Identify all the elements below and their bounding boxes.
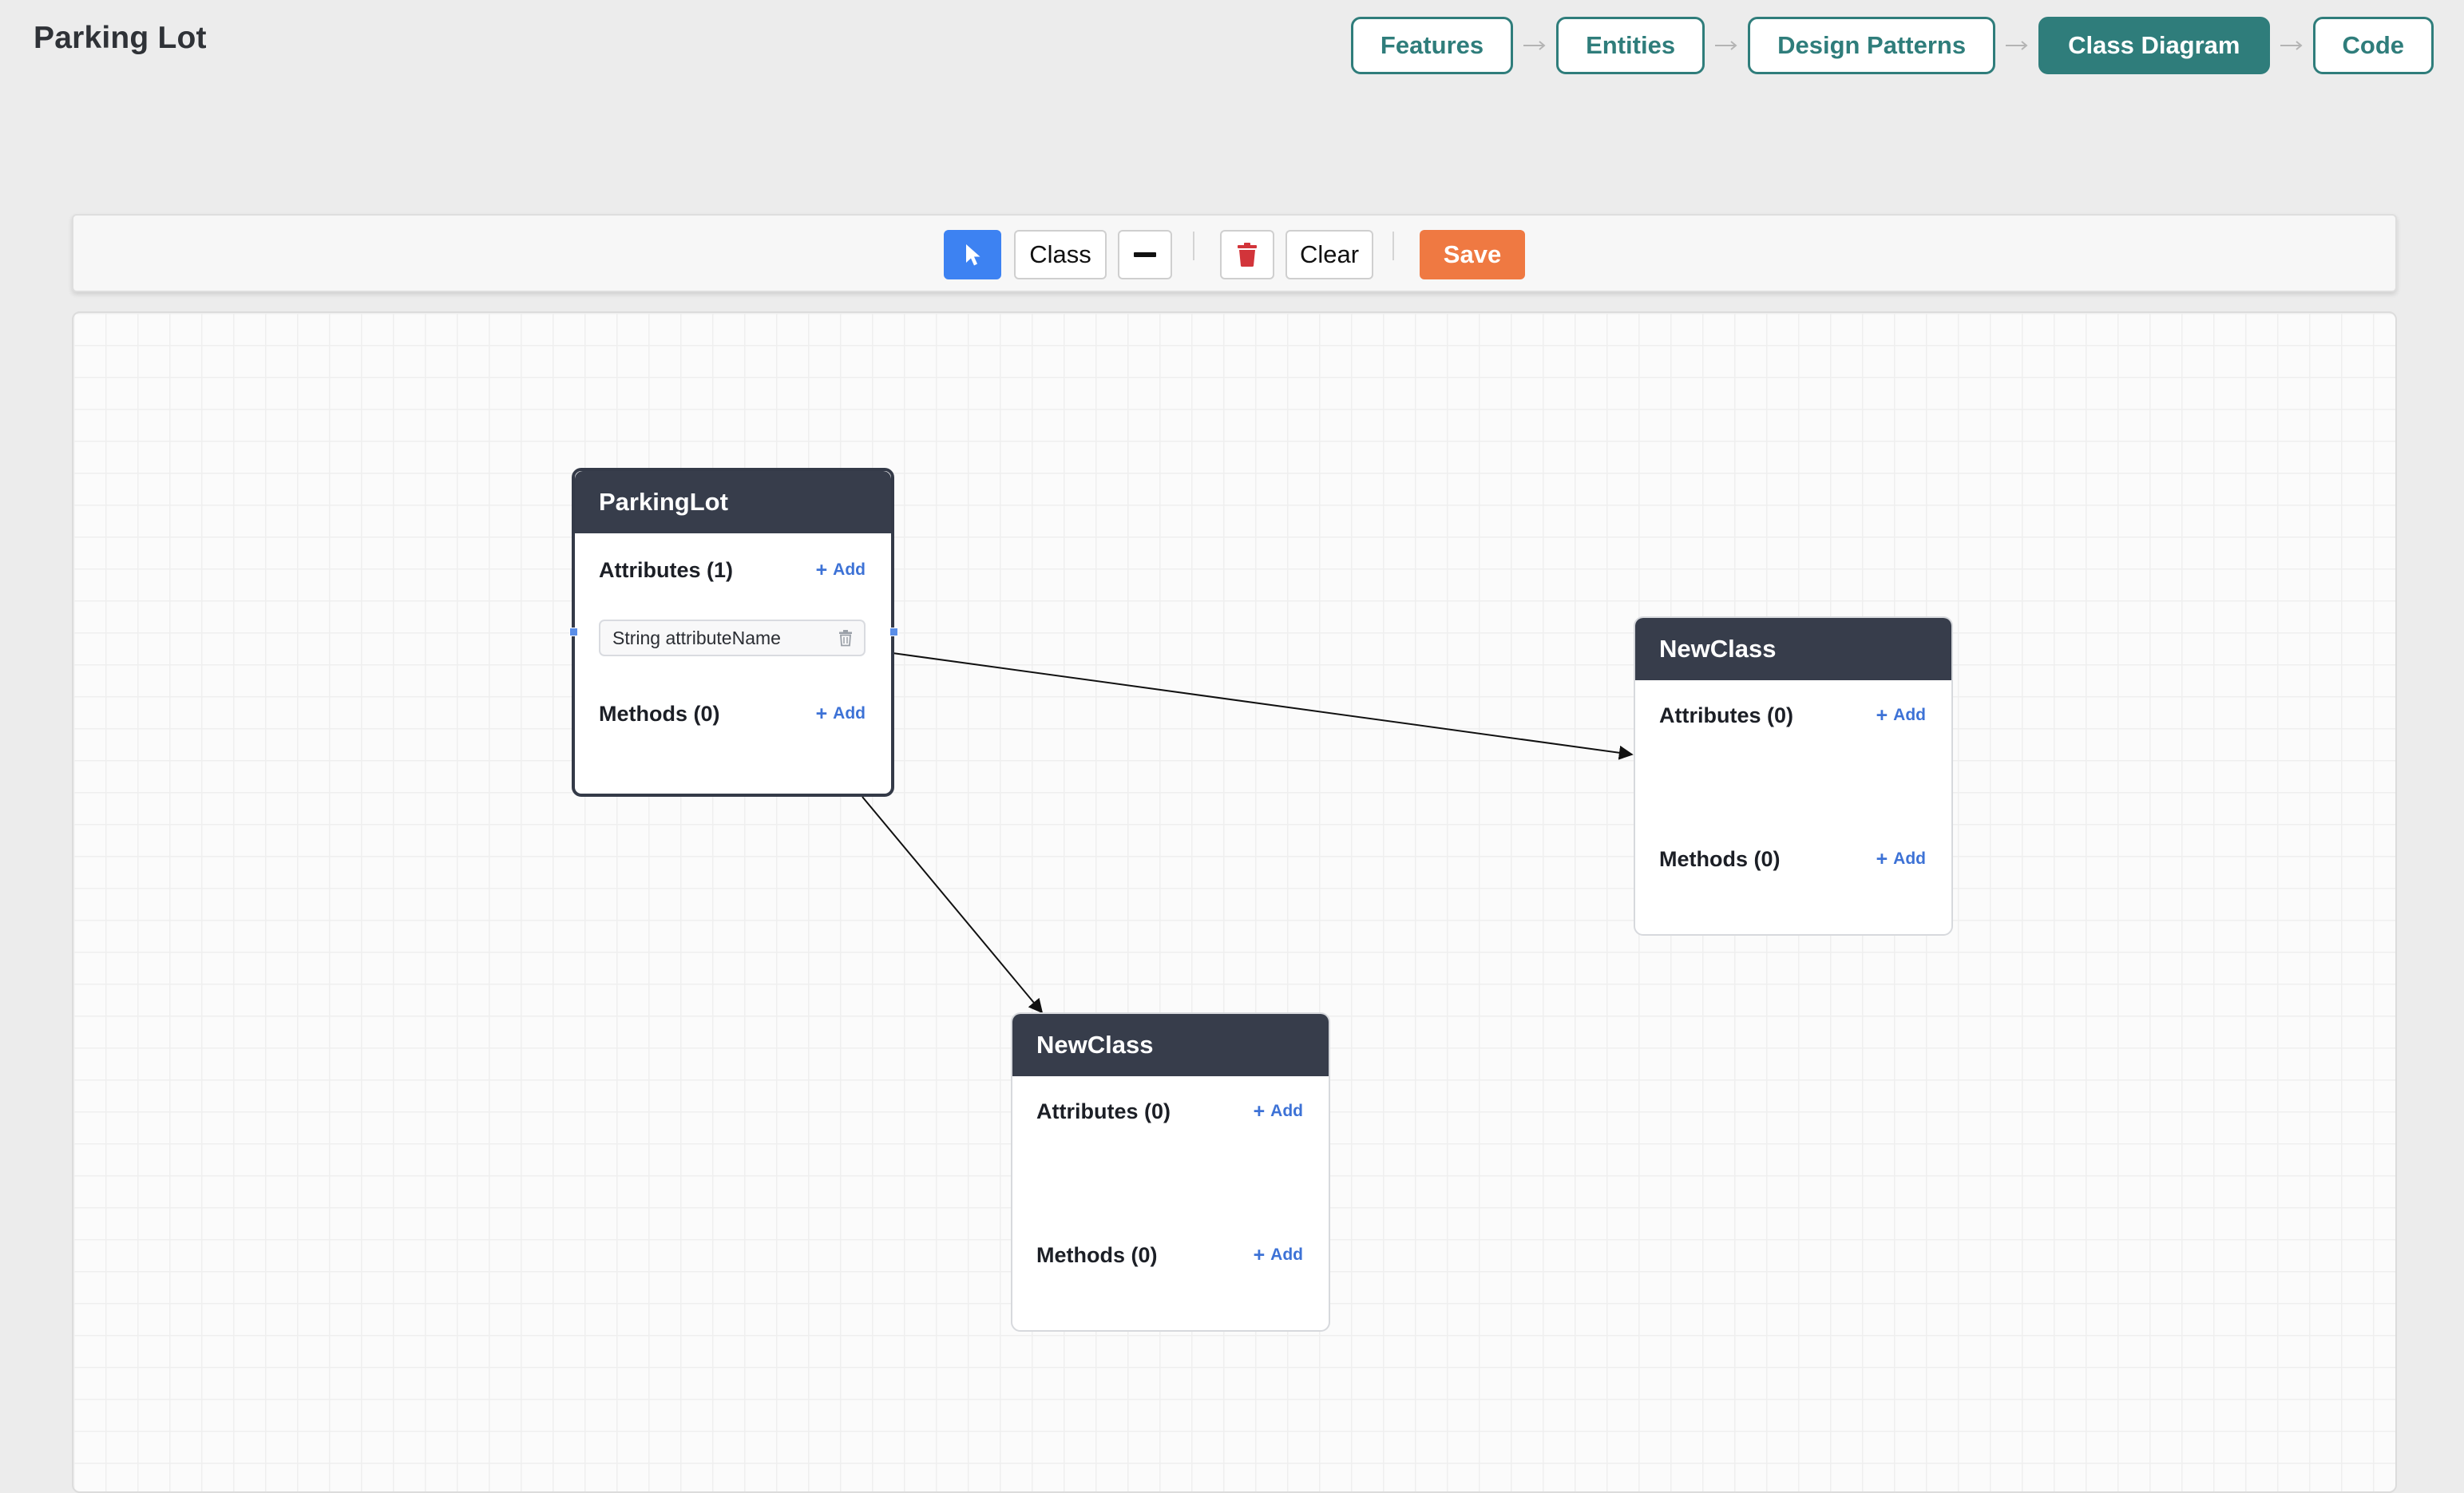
add-method-button[interactable]: + Add [1254, 1245, 1303, 1265]
plus-icon: + [1253, 1243, 1266, 1266]
plus-icon: + [1876, 703, 1888, 727]
page-title: Parking Lot [34, 21, 207, 55]
attributes-title: Attributes (1) [599, 557, 733, 582]
class-node-newclass[interactable]: NewClass Attributes (0) + Add Methods (0… [1011, 1012, 1330, 1332]
add-attribute-button[interactable]: + Add [816, 560, 866, 580]
arrow-right-icon [1705, 40, 1748, 51]
methods-section: Methods (0) + Add [1659, 845, 1926, 873]
trash-icon[interactable] [838, 629, 853, 647]
class-name[interactable]: NewClass [1012, 1014, 1329, 1076]
resize-handle-right[interactable] [889, 628, 898, 636]
step-design-patterns[interactable]: Design Patterns [1748, 17, 1996, 74]
add-attribute-button[interactable]: + Add [1876, 703, 1926, 727]
methods-section: Methods (0) + Add [1036, 1241, 1303, 1269]
association-arrow[interactable] [862, 796, 1044, 1014]
methods-section: Methods (0) + Add [599, 699, 866, 728]
toolbar-divider [1392, 232, 1394, 260]
workflow-stepper: Features Entities Design Patterns Class … [1350, 17, 2434, 74]
diagram-toolbar: Class Clear Save [72, 214, 2397, 292]
add-attribute-button[interactable]: + Add [1253, 1099, 1303, 1123]
attribute-item[interactable]: String attributeName [599, 620, 866, 656]
methods-title: Methods (0) [599, 701, 720, 726]
step-code[interactable]: Code [2312, 17, 2434, 74]
arrow-right-icon [1513, 40, 1556, 51]
methods-title: Methods (0) [1036, 1242, 1158, 1267]
attribute-text[interactable]: String attributeName [612, 628, 781, 649]
diagram-canvas[interactable]: ParkingLot Attributes (1) + Add String a… [72, 311, 2397, 1493]
methods-title: Methods (0) [1659, 846, 1781, 871]
plus-icon: + [1876, 847, 1888, 870]
attributes-section: Attributes (1) + Add [599, 556, 866, 584]
add-label: Add [1893, 706, 1926, 724]
trash-icon [1238, 243, 1257, 267]
class-name[interactable]: NewClass [1635, 618, 1951, 680]
add-label: Add [833, 704, 866, 723]
plus-icon: + [1253, 1099, 1266, 1123]
plus-icon: + [815, 702, 828, 725]
attributes-section: Attributes (0) + Add [1659, 701, 1926, 730]
association-arrow[interactable] [892, 652, 1634, 760]
add-label: Add [1270, 1245, 1303, 1264]
delete-button[interactable] [1220, 230, 1274, 279]
cursor-arrow-icon [966, 244, 980, 266]
plus-icon: + [815, 558, 828, 581]
save-button[interactable]: Save [1420, 230, 1525, 279]
add-class-button[interactable]: Class [1014, 230, 1107, 279]
connector-tool-button[interactable] [1118, 230, 1172, 279]
resize-handle-left[interactable] [569, 628, 578, 636]
attributes-section: Attributes (0) + Add [1036, 1097, 1303, 1126]
step-entities[interactable]: Entities [1556, 17, 1705, 74]
add-label: Add [1893, 849, 1926, 868]
line-icon [1134, 252, 1156, 257]
attributes-title: Attributes (0) [1659, 703, 1793, 727]
add-label: Add [1270, 1102, 1303, 1120]
attributes-title: Attributes (0) [1036, 1099, 1171, 1123]
toolbar-divider [1193, 232, 1194, 260]
arrow-right-icon [1995, 40, 2038, 51]
class-node-parkinglot[interactable]: ParkingLot Attributes (1) + Add String a… [572, 468, 894, 797]
arrow-right-icon [2270, 40, 2313, 51]
step-features[interactable]: Features [1350, 17, 1514, 74]
class-name[interactable]: ParkingLot [575, 471, 891, 533]
add-method-button[interactable]: + Add [815, 702, 866, 725]
add-method-button[interactable]: + Add [1876, 849, 1926, 869]
step-class-diagram[interactable]: Class Diagram [2038, 17, 2270, 74]
select-tool-button[interactable] [944, 230, 1001, 279]
clear-button[interactable]: Clear [1285, 230, 1373, 279]
add-label: Add [833, 560, 866, 579]
class-node-newclass[interactable]: NewClass Attributes (0) + Add Methods (0… [1634, 616, 1953, 936]
